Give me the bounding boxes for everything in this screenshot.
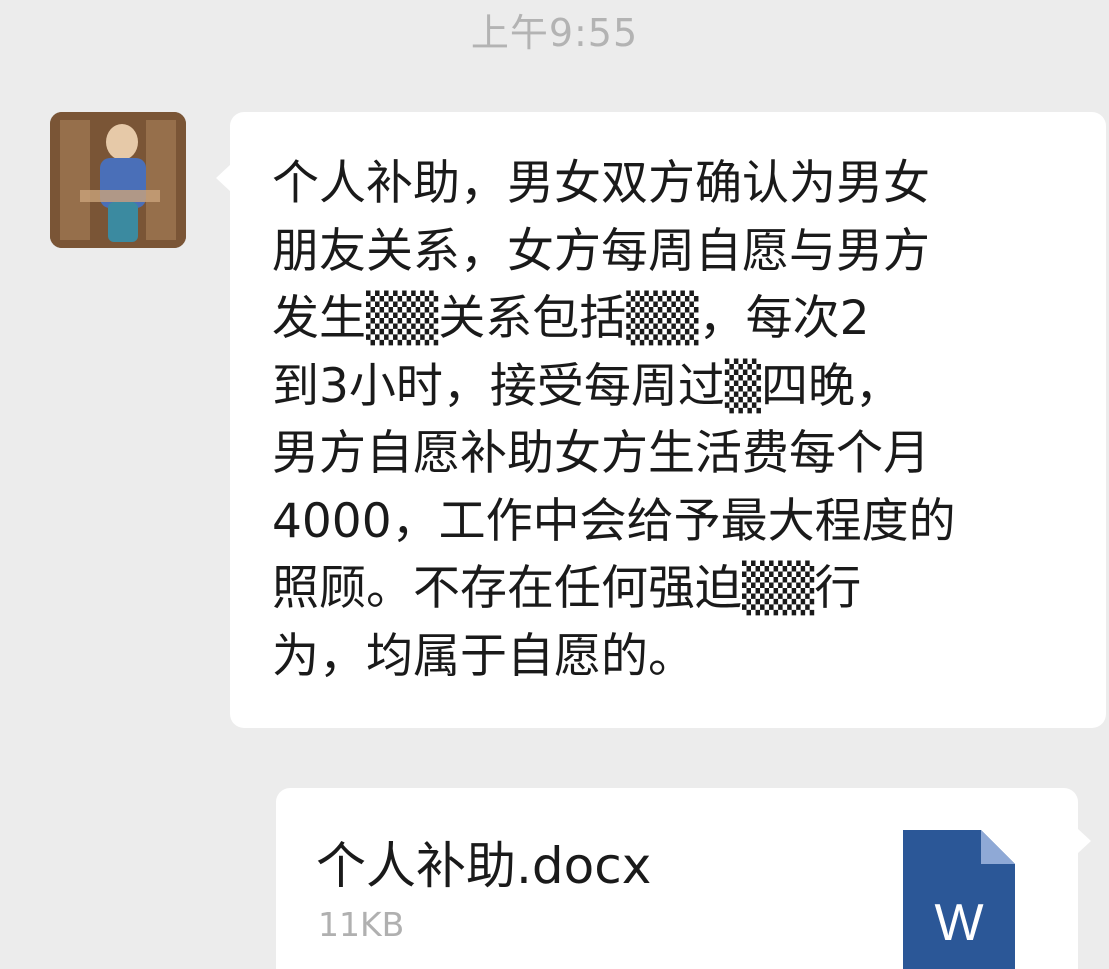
message-line: 为，均属于自愿的。	[272, 628, 695, 684]
file-message-card[interactable]: 个人补助.docx 11KB W	[276, 788, 1091, 969]
message-bubble[interactable]: 个人补助，男女双方确认为男女 朋友关系，女方每周自愿与男方 发生▒▒关系包括▒▒…	[216, 112, 1106, 728]
word-document-icon: W	[903, 830, 1015, 969]
message-line: 发生▒▒关系包括▒▒，每次2	[272, 291, 870, 346]
avatar-photo-icon	[50, 112, 186, 248]
message-line: 4000，工作中会给予最大程度的	[272, 493, 956, 549]
file-name: 个人补助.docx	[316, 837, 652, 895]
word-icon-letter: W	[934, 894, 983, 952]
avatar[interactable]	[50, 112, 186, 248]
message-line: 到3小时，接受每周过▒四晚，	[272, 358, 903, 414]
message-line: 个人补助，男女双方确认为男女	[272, 156, 930, 211]
message-line: 照顾。不存在任何强迫▒▒行	[272, 561, 862, 616]
chat-timestamp: 上午9:55	[470, 11, 639, 55]
message-line: 朋友关系，女方每周自愿与男方	[272, 223, 930, 279]
message-line: 男方自愿补助女方生活费每个月	[272, 426, 930, 481]
message-text: 个人补助，男女双方确认为男女 朋友关系，女方每周自愿与男方 发生▒▒关系包括▒▒…	[272, 150, 1086, 690]
file-size: 11KB	[318, 905, 405, 944]
